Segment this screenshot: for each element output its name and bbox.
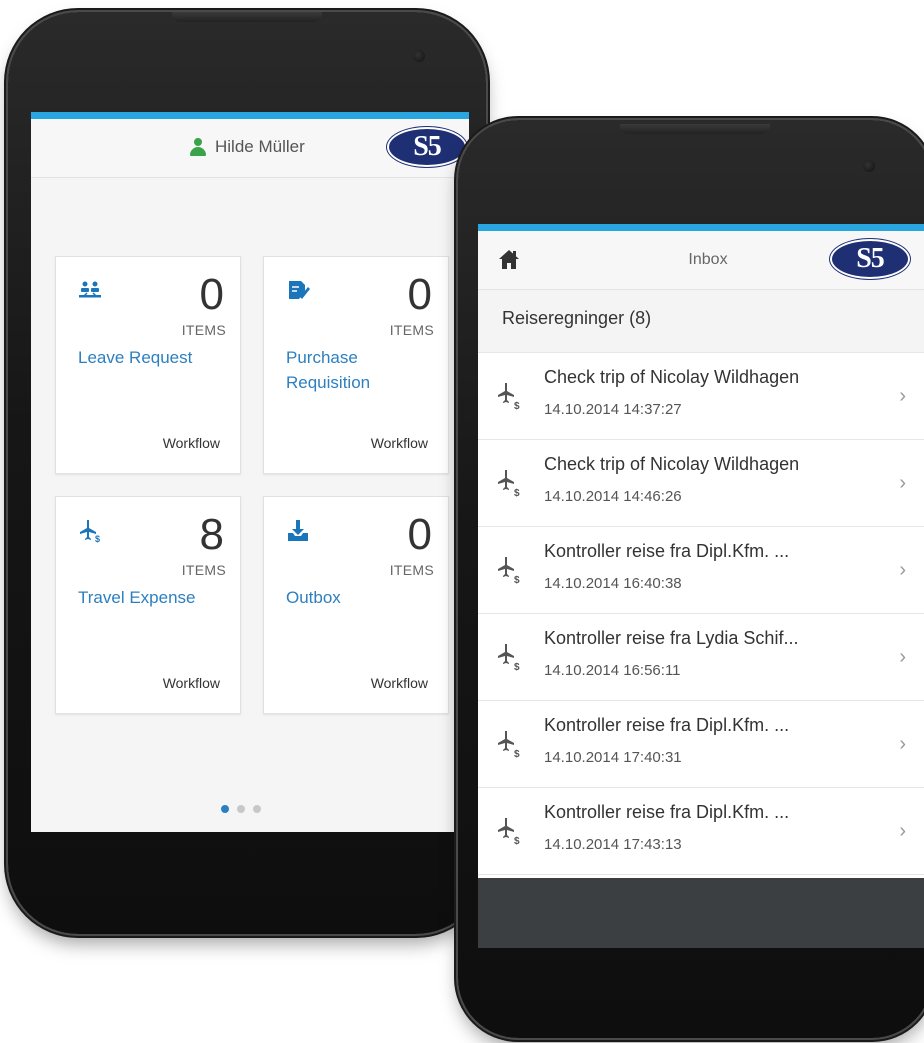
chevron-right-icon: › — [899, 820, 906, 842]
item-date: 14.10.2014 14:46:26 — [544, 488, 682, 505]
tile-purchase-requisition[interactable]: 0 ITEMS Purchase Requisition Workflow — [263, 256, 449, 474]
tile-count: 0 — [407, 510, 432, 559]
list-item[interactable]: $ Check trip of Nicolay Wildhagen 14.10.… — [478, 440, 924, 527]
tile-title: Leave Request — [78, 348, 193, 367]
list-item[interactable]: $ Check trip of Nicolay Wildhagen 14.10.… — [478, 353, 924, 440]
travel-expense-icon: $ — [496, 555, 524, 586]
svg-text:$: $ — [514, 836, 520, 846]
travel-expense-icon: $ — [496, 642, 524, 673]
phone-right: Inbox S5 Reiseregninger (8) $ Check trip… — [458, 120, 924, 1038]
tile-title: Travel Expense — [78, 588, 196, 607]
tile-unit: ITEMS — [181, 322, 226, 338]
svg-text:$: $ — [514, 575, 520, 585]
inbox-list: $ Check trip of Nicolay Wildhagen 14.10.… — [478, 353, 924, 875]
purchase-requisition-icon — [286, 279, 310, 303]
tile-count: 8 — [199, 510, 224, 559]
front-camera — [863, 160, 875, 172]
chevron-right-icon: › — [899, 559, 906, 581]
s5-logo: S5 — [830, 239, 910, 279]
svg-text:$: $ — [514, 662, 520, 672]
tile-outbox[interactable]: 0 ITEMS Outbox Workflow — [263, 496, 449, 714]
list-item[interactable]: $ Kontroller reise fra Lydia Schif... 14… — [478, 614, 924, 701]
item-title: Check trip of Nicolay Wildhagen — [544, 367, 800, 387]
travel-expense-icon: $ — [496, 729, 524, 760]
item-date: 14.10.2014 16:56:11 — [544, 662, 681, 679]
phone-left: Hilde Müller S5 0 ITEMS Leave Request Wo… — [8, 12, 486, 934]
travel-expense-icon: $ — [496, 816, 524, 847]
accent-bar — [31, 112, 469, 119]
user-name: Hilde Müller — [215, 137, 305, 156]
tile-count: 0 — [199, 270, 224, 319]
travel-expense-icon: $ — [78, 519, 102, 544]
accent-bar — [478, 224, 924, 231]
page-dot-3[interactable] — [253, 805, 261, 813]
tile-title: Outbox — [286, 588, 341, 607]
earpiece — [620, 124, 770, 134]
user-icon — [189, 138, 207, 156]
inbox-header: Inbox S5 — [478, 231, 924, 290]
item-title: Kontroller reise fra Dipl.Kfm. ... — [544, 541, 790, 561]
tile-footer: Workflow — [370, 675, 428, 691]
item-date: 14.10.2014 17:43:13 — [544, 836, 682, 853]
svg-text:$: $ — [514, 488, 520, 498]
leave-request-icon — [78, 279, 102, 303]
tile-footer: Workflow — [162, 675, 220, 691]
tile-unit: ITEMS — [389, 322, 434, 338]
user-info[interactable]: Hilde Müller — [189, 137, 305, 157]
tile-travel-expense[interactable]: $ 8 ITEMS Travel Expense Workflow — [55, 496, 241, 714]
earpiece — [172, 12, 322, 22]
tile-count: 0 — [407, 270, 432, 319]
tile-footer: Workflow — [162, 435, 220, 451]
section-header: Reiseregninger (8) — [478, 290, 924, 353]
tile-footer: Workflow — [370, 435, 428, 451]
item-title: Kontroller reise fra Dipl.Kfm. ... — [544, 802, 790, 822]
list-item[interactable]: $ Kontroller reise fra Dipl.Kfm. ... 14.… — [478, 701, 924, 788]
tile-unit: ITEMS — [181, 562, 226, 578]
tile-title: Purchase Requisition — [286, 348, 371, 392]
svg-text:$: $ — [514, 401, 520, 411]
item-date: 14.10.2014 14:37:27 — [544, 401, 682, 418]
s5-logo: S5 — [387, 127, 467, 167]
launchpad-header: Hilde Müller S5 — [31, 119, 469, 178]
front-camera — [413, 50, 425, 62]
section-label: Reiseregninger (8) — [502, 308, 652, 328]
page-dot-2[interactable] — [237, 805, 245, 813]
outbox-icon — [286, 519, 310, 543]
chevron-right-icon: › — [899, 733, 906, 755]
item-title: Check trip of Nicolay Wildhagen — [544, 454, 800, 474]
tile-unit: ITEMS — [389, 562, 434, 578]
svg-text:$: $ — [514, 749, 520, 759]
item-date: 14.10.2014 16:40:38 — [544, 575, 682, 592]
tile-leave-request[interactable]: 0 ITEMS Leave Request Workflow — [55, 256, 241, 474]
list-item[interactable]: $ Kontroller reise fra Dipl.Kfm. ... 14.… — [478, 527, 924, 614]
launchpad-screen: Hilde Müller S5 0 ITEMS Leave Request Wo… — [31, 112, 469, 832]
svg-text:$: $ — [95, 534, 100, 543]
travel-expense-icon: $ — [496, 381, 524, 412]
travel-expense-icon: $ — [496, 468, 524, 499]
item-date: 14.10.2014 17:40:31 — [544, 749, 682, 766]
list-item[interactable]: $ Kontroller reise fra Dipl.Kfm. ... 14.… — [478, 788, 924, 875]
page-dot-1[interactable] — [221, 805, 229, 813]
chevron-right-icon: › — [899, 646, 906, 668]
footer-bar — [478, 878, 924, 948]
inbox-screen: Inbox S5 Reiseregninger (8) $ Check trip… — [478, 224, 924, 948]
item-title: Kontroller reise fra Dipl.Kfm. ... — [544, 715, 790, 735]
page-indicator[interactable] — [221, 805, 261, 813]
chevron-right-icon: › — [899, 472, 906, 494]
chevron-right-icon: › — [899, 385, 906, 407]
item-title: Kontroller reise fra Lydia Schif... — [544, 628, 799, 648]
